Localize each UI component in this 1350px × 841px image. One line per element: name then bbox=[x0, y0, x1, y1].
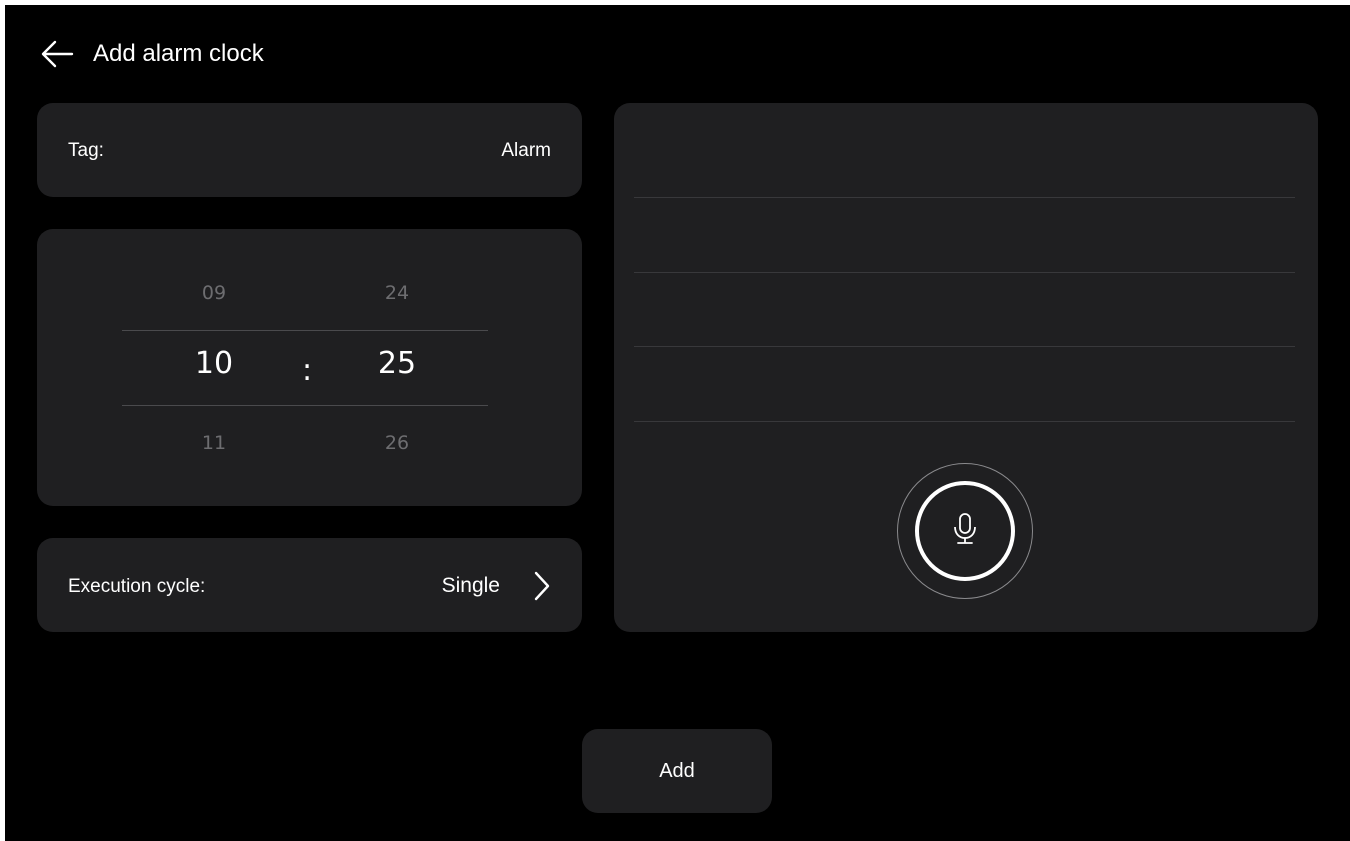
voice-line-3 bbox=[634, 346, 1295, 347]
tag-value: Alarm bbox=[501, 140, 551, 161]
chevron-right-icon[interactable] bbox=[532, 570, 552, 602]
minute-prev[interactable]: 24 bbox=[357, 282, 437, 304]
time-separator: : bbox=[302, 353, 313, 388]
picker-divider-bottom bbox=[122, 405, 488, 406]
back-arrow-icon[interactable] bbox=[39, 36, 75, 72]
microphone-icon bbox=[952, 511, 978, 552]
add-button[interactable]: Add bbox=[582, 729, 772, 813]
voice-record-button[interactable] bbox=[897, 463, 1033, 599]
tag-row[interactable]: Tag: Alarm bbox=[37, 103, 582, 197]
tag-label: Tag: bbox=[68, 140, 104, 161]
execution-cycle-value: Single bbox=[441, 574, 500, 597]
minute-next[interactable]: 26 bbox=[357, 432, 437, 454]
voice-record-inner bbox=[915, 481, 1015, 581]
execution-cycle-row[interactable]: Execution cycle: Single bbox=[37, 538, 582, 632]
time-picker: 09 10 11 : 24 25 26 bbox=[37, 229, 582, 506]
voice-line-4 bbox=[634, 421, 1295, 422]
alarm-screen: Add alarm clock Tag: Alarm 09 10 11 : 24… bbox=[5, 5, 1350, 841]
page-title: Add alarm clock bbox=[93, 40, 264, 67]
hour-selected[interactable]: 10 bbox=[174, 346, 254, 381]
header: Add alarm clock bbox=[39, 35, 264, 73]
hour-prev[interactable]: 09 bbox=[174, 282, 254, 304]
voice-line-2 bbox=[634, 272, 1295, 273]
voice-input-panel bbox=[614, 103, 1318, 632]
minute-selected[interactable]: 25 bbox=[357, 346, 437, 381]
hour-next[interactable]: 11 bbox=[174, 432, 254, 454]
execution-cycle-label: Execution cycle: bbox=[68, 576, 206, 597]
voice-line-1 bbox=[634, 197, 1295, 198]
picker-divider-top bbox=[122, 330, 488, 331]
